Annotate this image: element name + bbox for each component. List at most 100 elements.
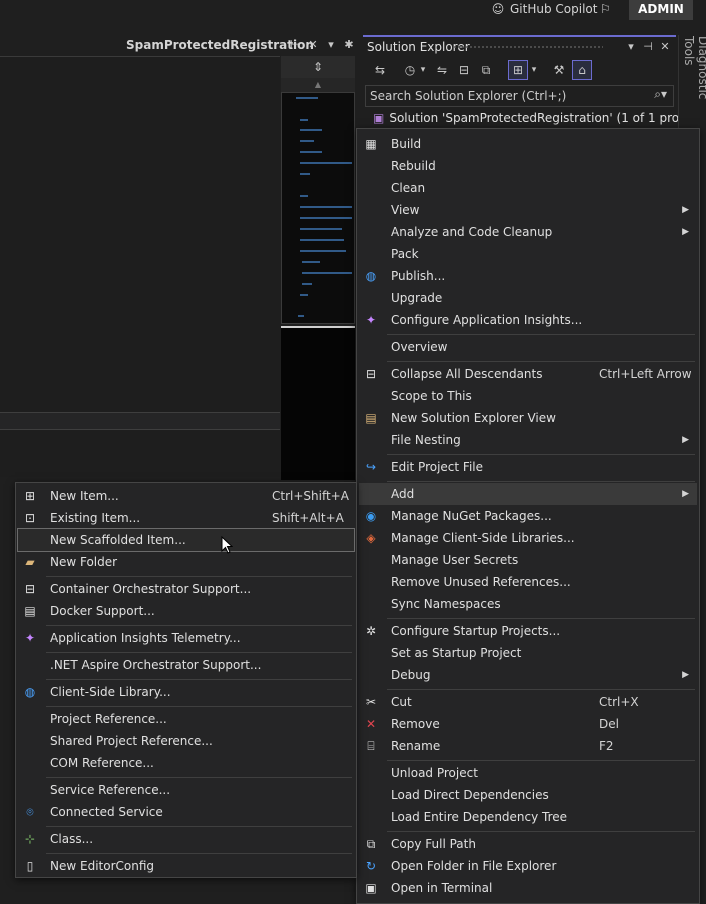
- menu-item-label: Container Orchestrator Support...: [50, 582, 252, 596]
- close-icon[interactable]: ✕: [657, 38, 673, 56]
- menu-item-new-item[interactable]: ⊞ New Item... Ctrl+Shift+A: [18, 485, 354, 507]
- menu-item-label: Manage Client-Side Libraries...: [391, 531, 575, 545]
- diagnostic-tools-tab[interactable]: Diagnostic Tools: [680, 36, 706, 126]
- filter-icon[interactable]: ⊞: [508, 60, 528, 80]
- menu-item-project-reference[interactable]: Project Reference...: [18, 708, 354, 730]
- history-icon[interactable]: ◷: [401, 61, 419, 79]
- pin-icon[interactable]: ⊢: [288, 36, 302, 54]
- menu-item-copy-full-path[interactable]: ⧉ Copy Full Path: [359, 833, 697, 855]
- menu-item-label: Overview: [391, 340, 448, 354]
- menu-item-label: Pack: [391, 247, 419, 261]
- wrench-icon[interactable]: ⚒: [550, 61, 568, 79]
- menu-item-manage-user-secrets[interactable]: Manage User Secrets: [359, 549, 697, 571]
- menu-item-client-side-library[interactable]: ◍ Client-Side Library...: [18, 681, 354, 703]
- menu-item-label: Rebuild: [391, 159, 436, 173]
- menu-item-pack[interactable]: Pack: [359, 243, 697, 265]
- menu-item-open-folder-in-file-explorer[interactable]: ↻ Open Folder in File Explorer: [359, 855, 697, 877]
- menu-item-label: Collapse All Descendants: [391, 367, 543, 381]
- menu-item-new-editorconfig[interactable]: ▯ New EditorConfig: [18, 855, 354, 877]
- menu-item-analyze-and-code-cleanup[interactable]: Analyze and Code Cleanup ▶: [359, 221, 697, 243]
- admin-badge[interactable]: ADMIN: [629, 0, 693, 20]
- scroll-up-icon[interactable]: ▲: [281, 78, 355, 92]
- menu-item-overview[interactable]: Overview: [359, 336, 697, 358]
- menu-item-cut[interactable]: ✂ Cut Ctrl+X: [359, 691, 697, 713]
- close-icon[interactable]: ✕: [306, 36, 320, 54]
- menu-item-upgrade[interactable]: Upgrade: [359, 287, 697, 309]
- menu-item-file-nesting[interactable]: File Nesting ▶: [359, 429, 697, 451]
- menu-item-existing-item[interactable]: ⊡ Existing Item... Shift+Alt+A: [18, 507, 354, 529]
- chevron-down-icon[interactable]: ▾: [324, 36, 338, 54]
- menu-item-label: Existing Item...: [50, 511, 141, 525]
- menu-item-net-aspire-orchestrator-support[interactable]: .NET Aspire Orchestrator Support...: [18, 654, 354, 676]
- minimap-lower[interactable]: [281, 326, 355, 480]
- preview-icon[interactable]: ⌂: [572, 60, 592, 80]
- split-editor-icon[interactable]: ⇕: [281, 56, 355, 78]
- menu-item-docker-support[interactable]: ▤ Docker Support...: [18, 600, 354, 622]
- menu-item-manage-client-side-libraries[interactable]: ◈ Manage Client-Side Libraries...: [359, 527, 697, 549]
- menu-item-sync-namespaces[interactable]: Sync Namespaces: [359, 593, 697, 615]
- menu-item-label: Debug: [391, 668, 431, 682]
- minimap-line: [300, 228, 342, 230]
- menu-item-remove-unused-references[interactable]: Remove Unused References...: [359, 571, 697, 593]
- switch-views-icon[interactable]: ⇆: [371, 61, 389, 79]
- search-input[interactable]: [368, 87, 642, 105]
- menu-item-manage-nuget-packages[interactable]: ◉ Manage NuGet Packages...: [359, 505, 697, 527]
- menu-item-view[interactable]: View ▶: [359, 199, 697, 221]
- menu-item-configure-startup-projects[interactable]: ✲ Configure Startup Projects...: [359, 620, 697, 642]
- menu-item-load-direct-dependencies[interactable]: Load Direct Dependencies: [359, 784, 697, 806]
- chevron-down-icon[interactable]: ▾: [418, 61, 428, 79]
- menu-item-clean[interactable]: Clean: [359, 177, 697, 199]
- menu-item-label: Remove Unused References...: [391, 575, 571, 589]
- editor-tab[interactable]: SpamProtectedRegistration ⊢ ✕ ▾ ✱: [120, 36, 360, 54]
- collapse-all-icon[interactable]: ⊟: [455, 61, 473, 79]
- github-copilot-button[interactable]: ☺ GitHub Copilot: [490, 0, 598, 18]
- chevron-down-icon[interactable]: ▾: [623, 38, 639, 56]
- horizontal-scrollbar[interactable]: [0, 412, 280, 430]
- menu-item-service-reference[interactable]: Service Reference...: [18, 779, 354, 801]
- menu-item-publish[interactable]: ◍ Publish...: [359, 265, 697, 287]
- menu-item-class[interactable]: ⊹ Class...: [18, 828, 354, 850]
- sync-icon[interactable]: ⇋: [433, 61, 451, 79]
- menu-item-debug[interactable]: Debug ▶: [359, 664, 697, 686]
- menu-item-label: Manage NuGet Packages...: [391, 509, 552, 523]
- container-icon: ⊟: [24, 582, 36, 596]
- chevron-down-icon[interactable]: ▾: [529, 61, 539, 79]
- solution-root-item[interactable]: ▣ Solution 'SpamProtectedRegistration' (1…: [373, 109, 706, 127]
- menu-item-label: Load Entire Dependency Tree: [391, 810, 568, 824]
- show-all-files-icon[interactable]: ⧉: [477, 61, 495, 79]
- menu-item-open-in-terminal[interactable]: ▣ Open in Terminal: [359, 877, 697, 899]
- menu-item-com-reference[interactable]: COM Reference...: [18, 752, 354, 774]
- search-icon[interactable]: ⌕▾: [654, 87, 667, 102]
- menu-item-connected-service[interactable]: ⌾ Connected Service: [18, 801, 354, 823]
- menu-item-edit-project-file[interactable]: ↪ Edit Project File: [359, 456, 697, 478]
- menu-item-collapse-all-descendants[interactable]: ⊟ Collapse All Descendants Ctrl+Left Arrow: [359, 363, 697, 385]
- menu-item-configure-application-insights[interactable]: ✦ Configure Application Insights...: [359, 309, 697, 331]
- menu-item-scope-to-this[interactable]: Scope to This: [359, 385, 697, 407]
- menu-item-unload-project[interactable]: Unload Project: [359, 762, 697, 784]
- menu-item-remove[interactable]: ✕ Remove Del: [359, 713, 697, 735]
- menu-item-new-folder[interactable]: ▰ New Folder: [18, 551, 354, 573]
- menu-item-application-insights-telemetry[interactable]: ✦ Application Insights Telemetry...: [18, 627, 354, 649]
- build-icon: ▦: [365, 137, 377, 151]
- feedback-icon[interactable]: ⚐: [600, 0, 616, 18]
- drag-handle[interactable]: [453, 45, 603, 49]
- menu-item-new-scaffolded-item[interactable]: New Scaffolded Item...: [17, 528, 355, 552]
- menu-item-load-entire-dependency-tree[interactable]: Load Entire Dependency Tree: [359, 806, 697, 828]
- menu-item-rename[interactable]: ⌸ Rename F2: [359, 735, 697, 757]
- menu-item-shortcut: Shift+Alt+A: [272, 511, 344, 525]
- connected-service-icon: ⌾: [26, 805, 34, 819]
- menu-item-container-orchestrator-support[interactable]: ⊟ Container Orchestrator Support...: [18, 578, 354, 600]
- gear-icon[interactable]: ✱: [342, 36, 356, 54]
- menu-item-add[interactable]: Add ▶: [359, 483, 697, 505]
- minimap-line: [300, 162, 352, 164]
- menu-item-set-as-startup-project[interactable]: Set as Startup Project: [359, 642, 697, 664]
- menu-item-shared-project-reference[interactable]: Shared Project Reference...: [18, 730, 354, 752]
- menu-item-new-solution-explorer-view[interactable]: ▤ New Solution Explorer View: [359, 407, 697, 429]
- minimap[interactable]: [281, 92, 355, 324]
- copy-icon: ⧉: [366, 837, 376, 851]
- menu-item-build[interactable]: ▦ Build: [359, 133, 697, 155]
- menu-item-label: Open in Terminal: [391, 881, 493, 895]
- menu-item-label: Edit Project File: [391, 460, 484, 474]
- pin-icon[interactable]: ⊣: [640, 38, 656, 56]
- menu-item-rebuild[interactable]: Rebuild: [359, 155, 697, 177]
